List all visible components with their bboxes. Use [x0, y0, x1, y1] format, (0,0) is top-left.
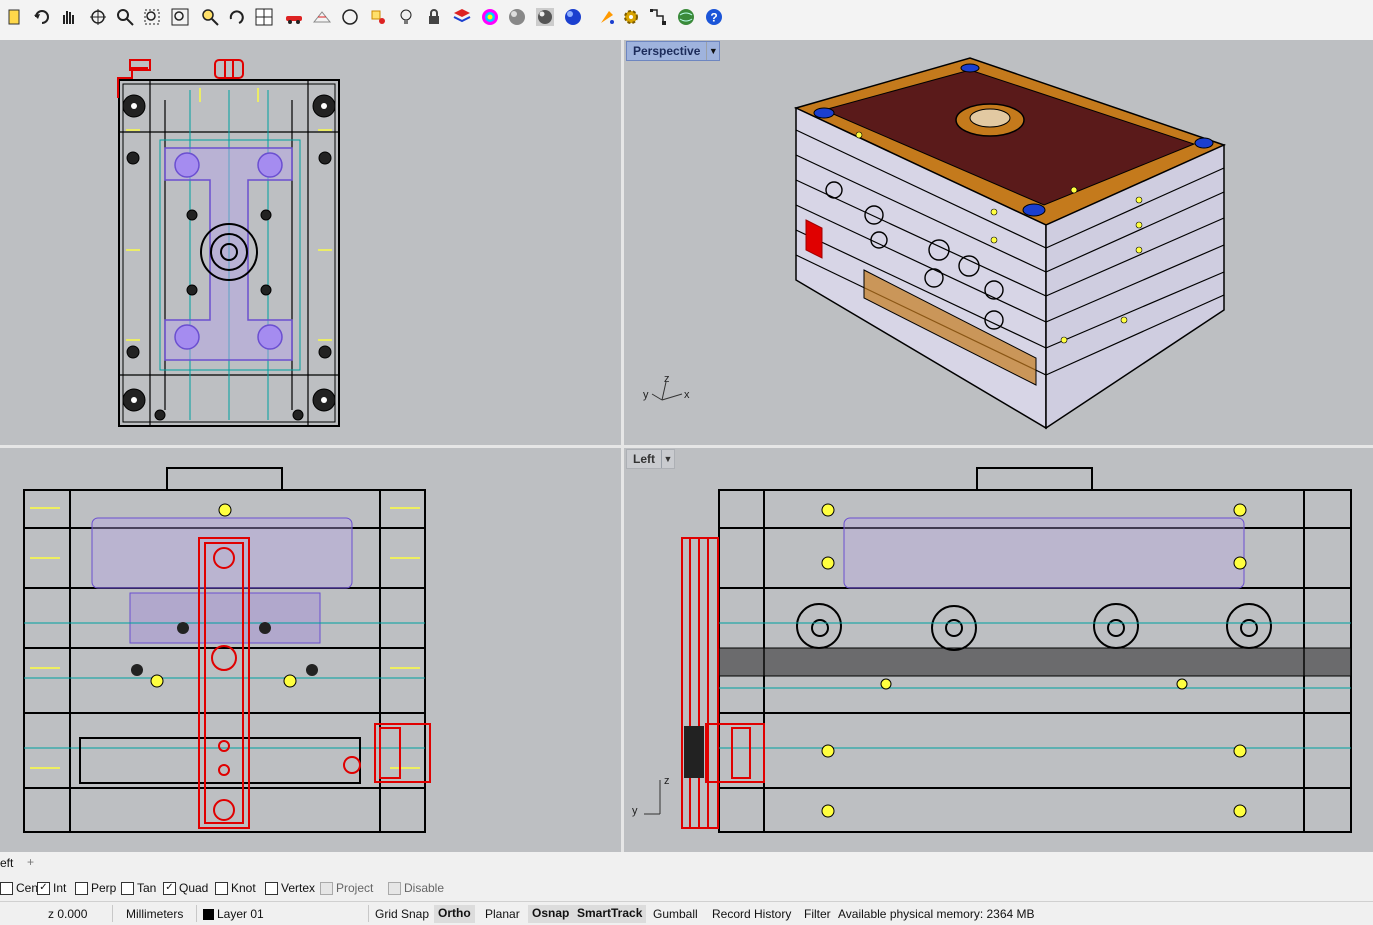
status-bar: z 0.000 Millimeters Layer 01 Grid Snap O…	[0, 901, 1373, 925]
front-viewport[interactable]	[0, 448, 621, 852]
top-view-drawing	[117, 59, 340, 427]
osnap-label: Cen	[16, 881, 39, 895]
blue-sphere-icon[interactable]	[561, 5, 585, 29]
layer-color-swatch	[203, 909, 214, 920]
main-toolbar: ?	[0, 0, 1373, 41]
osnap-label: Int	[53, 881, 67, 895]
globe-icon[interactable]	[674, 5, 698, 29]
axis-indicator: x y z	[643, 373, 690, 401]
gumball-toggle[interactable]: Gumball	[653, 907, 698, 921]
viewport-tab-bar: eft +	[0, 852, 1373, 876]
osnap-checkbox[interactable]	[121, 881, 134, 895]
lock-icon[interactable]	[422, 5, 446, 29]
osnap-int[interactable]: ✓ Int	[37, 881, 66, 895]
light-bulb-icon[interactable]	[394, 5, 418, 29]
four-viewports-icon[interactable]	[252, 5, 276, 29]
osnap-disable[interactable]: Disable	[388, 881, 444, 895]
layer-selector[interactable]: Layer 01	[203, 907, 264, 921]
color-wheel-icon[interactable]	[478, 5, 502, 29]
osnap-checkbox[interactable]: ✓	[37, 881, 50, 895]
units-display[interactable]: Millimeters	[126, 907, 183, 921]
undo-view-icon[interactable]	[225, 5, 249, 29]
axis-y-label: y	[632, 805, 638, 817]
planar-toggle[interactable]: Planar	[485, 907, 520, 921]
gear-icon[interactable]	[619, 5, 643, 29]
axis-z-label: z	[664, 373, 670, 385]
zoom-window-icon[interactable]	[140, 5, 164, 29]
filter-toggle[interactable]: Filter	[804, 907, 831, 921]
osnap-label: Project	[336, 881, 374, 895]
rotate-view-icon[interactable]	[86, 5, 110, 29]
zoom-selected-icon[interactable]	[198, 5, 222, 29]
osnap-label: Tan	[137, 881, 157, 895]
layer-name: Layer 01	[217, 907, 264, 921]
osnap-project[interactable]: Project	[320, 881, 373, 895]
svg-text:?: ?	[710, 11, 717, 25]
axis-z-label: z	[664, 775, 670, 787]
osnap-icon[interactable]	[366, 5, 390, 29]
osnap-checkbox[interactable]	[320, 881, 333, 895]
flow-icon[interactable]	[646, 5, 670, 29]
osnap-vertex[interactable]: Vertex	[265, 881, 315, 895]
undo-icon[interactable]	[30, 5, 54, 29]
paint-icon[interactable]	[595, 5, 619, 29]
top-viewport[interactable]	[0, 40, 621, 445]
mesh-icon[interactable]	[310, 5, 334, 29]
osnap-label: Knot	[231, 881, 256, 895]
help-icon[interactable]: ?	[702, 5, 726, 29]
osnap-quad[interactable]: ✓ Quad	[163, 881, 208, 895]
osnap-perp[interactable]: Perp	[75, 881, 116, 895]
smarttrack-toggle[interactable]: SmartTrack	[573, 905, 647, 923]
left-viewport-title[interactable]: Left ▼	[626, 449, 675, 469]
osnap-label: Quad	[179, 881, 209, 895]
grid-snap-toggle[interactable]: Grid Snap	[375, 907, 429, 921]
circle-tool-icon[interactable]	[338, 5, 362, 29]
osnap-label: Vertex	[281, 881, 316, 895]
osnap-checkbox[interactable]	[388, 881, 401, 895]
ortho-toggle[interactable]: Ortho	[434, 905, 475, 923]
rendered-sphere-icon[interactable]	[533, 5, 557, 29]
osnap-tan[interactable]: Tan	[121, 881, 156, 895]
viewport-splitter-horizontal[interactable]	[0, 445, 1373, 448]
osnap-label: Perp	[91, 881, 117, 895]
shaded-sphere-icon[interactable]	[505, 5, 529, 29]
zoom-icon[interactable]	[113, 5, 137, 29]
perspective-viewport[interactable]: Perspective ▼ x y z	[624, 40, 1373, 445]
front-view-drawing	[23, 467, 431, 833]
osnap-checkbox[interactable]	[0, 881, 13, 895]
pan-hand-icon[interactable]	[56, 5, 80, 29]
osnap-label: Disable	[404, 881, 445, 895]
memory-status: Available physical memory: 2364 MB	[838, 907, 1035, 921]
osnap-checkbox[interactable]	[265, 881, 278, 895]
osnap-checkbox[interactable]	[215, 881, 228, 895]
left-view-drawing	[681, 467, 1352, 833]
osnap-knot[interactable]: Knot	[215, 881, 256, 895]
osnap-cen[interactable]: Cen	[0, 881, 38, 895]
viewport-menu-dropdown[interactable]: ▼	[661, 450, 674, 468]
viewport-menu-dropdown[interactable]: ▼	[706, 42, 719, 60]
perspective-viewport-title[interactable]: Perspective ▼	[626, 41, 721, 61]
osnap-bar: Cen ✓ Int Perp Tan ✓ Quad Knot Vertex Project Disa…	[0, 876, 1373, 900]
record-history-toggle[interactable]: Record History	[712, 907, 791, 921]
add-tab-icon[interactable]: +	[27, 855, 34, 869]
osnap-toggle[interactable]: Osnap	[528, 905, 574, 923]
layer-icon[interactable]	[450, 5, 474, 29]
osnap-checkbox[interactable]	[75, 881, 88, 895]
viewport-tab-left[interactable]: eft	[0, 856, 13, 870]
new-file-icon[interactable]	[2, 5, 26, 29]
z-coordinate: z 0.000	[48, 907, 88, 921]
axis-indicator: z y	[632, 775, 670, 817]
zoom-extents-icon[interactable]	[168, 5, 192, 29]
axis-y-label: y	[643, 389, 649, 401]
osnap-checkbox[interactable]: ✓	[163, 881, 176, 895]
left-viewport[interactable]: Left ▼ z y	[624, 448, 1373, 852]
car-icon[interactable]	[282, 5, 306, 29]
axis-x-label: x	[684, 389, 690, 401]
perspective-view-drawing	[793, 57, 1227, 430]
